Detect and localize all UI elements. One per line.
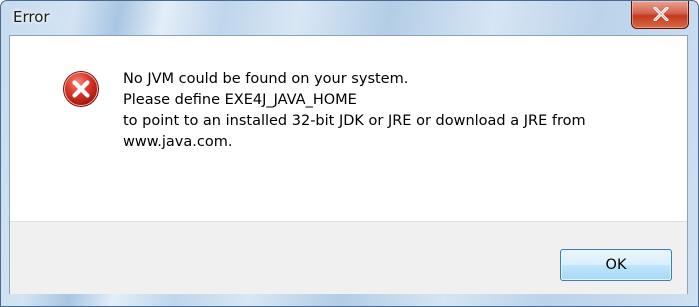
message-line: No JVM could be found on your system. bbox=[123, 71, 409, 87]
message-area: No JVM could be found on your system. Pl… bbox=[10, 36, 687, 221]
ok-button[interactable]: OK bbox=[560, 249, 672, 281]
dialog-body: No JVM could be found on your system. Pl… bbox=[9, 35, 688, 294]
close-icon bbox=[653, 7, 669, 21]
error-dialog: Error No JVM could be found on your syst… bbox=[0, 0, 699, 307]
message-line: Please define EXE4J_JAVA_HOME bbox=[123, 92, 357, 108]
message-line: to point to an installed 32-bit JDK or J… bbox=[123, 113, 586, 129]
message-text: No JVM could be found on your system. Pl… bbox=[123, 69, 673, 153]
error-icon bbox=[63, 71, 99, 107]
button-bar: OK bbox=[10, 221, 687, 294]
title-bar[interactable]: Error bbox=[1, 1, 698, 35]
close-button[interactable] bbox=[631, 1, 689, 29]
message-line: www.java.com. bbox=[123, 134, 233, 150]
dialog-title: Error bbox=[13, 8, 50, 26]
